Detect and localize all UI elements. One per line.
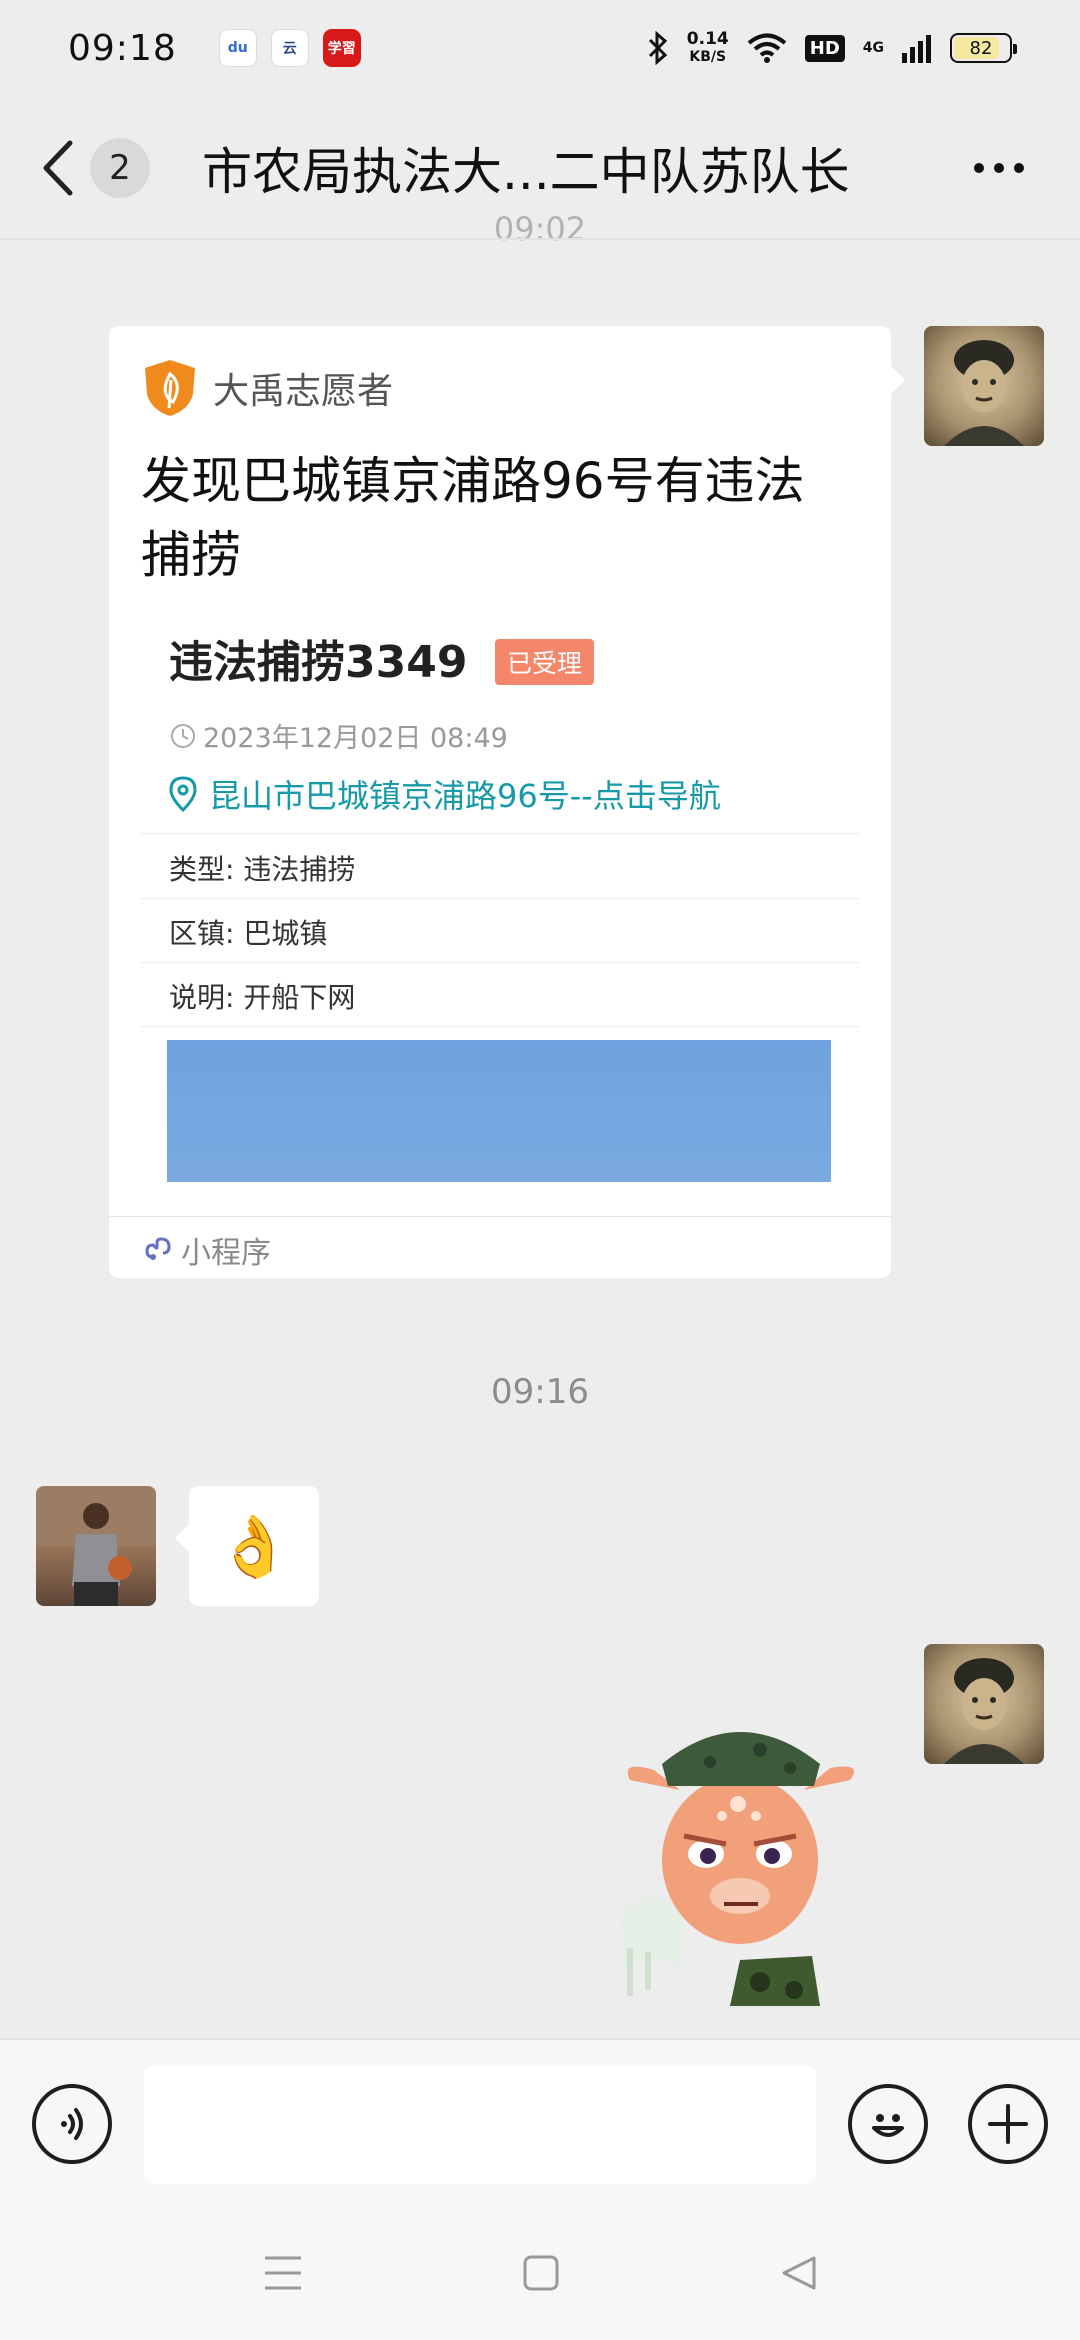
mini-program-text: 小程序 bbox=[181, 1236, 271, 1271]
case-title: 违法捕捞3349 bbox=[169, 637, 468, 688]
system-navigation-bar bbox=[0, 2206, 1080, 2340]
back-nav-button[interactable] bbox=[774, 2248, 824, 2298]
card-source: 大禹志愿者 bbox=[143, 358, 393, 418]
add-attachment-button[interactable] bbox=[968, 2084, 1048, 2164]
avatar[interactable] bbox=[924, 326, 1044, 446]
info-row-type: 类型: 违法捕捞 bbox=[169, 848, 355, 888]
mini-program-card[interactable]: 大禹志愿者 发现巴城镇京浦路96号有违法捕捞 违法捕捞3349 已受理 2023… bbox=[109, 326, 905, 1278]
divider bbox=[141, 833, 859, 834]
shield-leaf-icon bbox=[145, 360, 195, 416]
header-divider bbox=[0, 238, 1080, 240]
message-timestamp: 09:02 bbox=[493, 210, 587, 246]
home-square-icon bbox=[523, 2255, 559, 2291]
info-value: 开船下网 bbox=[243, 981, 356, 1014]
status-badge: 已受理 bbox=[495, 639, 595, 685]
soldier-portrait-icon bbox=[944, 340, 1024, 446]
athlete-portrait-icon bbox=[36, 1486, 156, 1606]
card-source-name: 大禹志愿者 bbox=[213, 371, 394, 412]
evidence-photo[interactable] bbox=[167, 1040, 831, 1182]
divider bbox=[141, 1026, 859, 1027]
message-input[interactable] bbox=[144, 2066, 816, 2184]
signal-icon bbox=[902, 35, 931, 63]
xuexi-icon: 学習 bbox=[322, 29, 361, 67]
info-key: 类型: bbox=[169, 853, 235, 886]
chevron-left-icon bbox=[43, 140, 73, 196]
case-datetime: 2023年12月02日 08:49 bbox=[203, 723, 508, 754]
network-speed: 0.14 KB/S bbox=[687, 30, 729, 66]
divider bbox=[141, 898, 859, 899]
location-pin-icon bbox=[169, 776, 197, 812]
info-row-description: 说明: 开船下网 bbox=[169, 976, 355, 1016]
chat-header: 2 市农局执法大...二中队苏队长 bbox=[0, 110, 1080, 226]
info-key: 区镇: bbox=[169, 917, 235, 950]
divider bbox=[141, 962, 859, 963]
smiley-icon bbox=[872, 2114, 904, 2137]
emoji-button[interactable] bbox=[848, 2084, 928, 2164]
message-timestamp: 09:16 bbox=[491, 1372, 589, 1412]
deer-soldier-sticker[interactable] bbox=[590, 1720, 870, 2006]
speed-value: 0.14 bbox=[686, 29, 729, 49]
more-options-icon[interactable] bbox=[974, 163, 1040, 173]
wifi-icon bbox=[747, 33, 787, 63]
triangle-back-icon bbox=[782, 2256, 816, 2290]
soldier-portrait-icon bbox=[944, 1658, 1024, 1764]
address-text: 昆山市巴城镇京浦路96号--点击导航 bbox=[209, 777, 721, 815]
bluetooth-icon bbox=[648, 31, 667, 65]
mini-program-label: 小程序 bbox=[143, 1228, 271, 1272]
voice-input-button[interactable] bbox=[32, 2084, 112, 2164]
status-time: 09:18 bbox=[68, 27, 177, 69]
menu-icon bbox=[265, 2256, 301, 2290]
card-title: 发现巴城镇京浦路96号有违法捕捞 bbox=[141, 452, 805, 584]
clock-icon bbox=[171, 723, 195, 748]
divider bbox=[109, 1216, 891, 1217]
info-value: 违法捕捞 bbox=[243, 853, 356, 886]
info-key: 说明: bbox=[169, 981, 235, 1014]
back-button[interactable] bbox=[40, 138, 80, 198]
info-value: 巴城镇 bbox=[243, 917, 328, 950]
avatar[interactable] bbox=[924, 1644, 1044, 1764]
hd-badge: HD bbox=[804, 34, 845, 62]
case-datetime-row: 2023年12月02日 08:49 bbox=[169, 716, 508, 755]
mini-program-icon bbox=[145, 1237, 171, 1260]
chat-title[interactable]: 市农局执法大...二中队苏队长 bbox=[202, 132, 850, 204]
app-icon: 云 bbox=[270, 29, 309, 67]
battery-level: 82 bbox=[969, 37, 993, 59]
baidu-icon: du bbox=[218, 29, 257, 67]
status-bar: 09:18 du 云 学習 0.14 KB/S HD 4G 82 bbox=[0, 0, 1080, 96]
message-input-bar bbox=[0, 2038, 1080, 2206]
unread-count-badge[interactable]: 2 bbox=[90, 138, 150, 198]
notification-apps: du 云 学習 bbox=[218, 29, 361, 67]
network-type: 4G bbox=[862, 40, 884, 56]
info-row-district: 区镇: 巴城镇 bbox=[169, 912, 327, 952]
plus-icon bbox=[988, 2104, 1028, 2144]
menu-nav-button[interactable] bbox=[258, 2248, 308, 2298]
navigate-address-link[interactable]: 昆山市巴城镇京浦路96号--点击导航 bbox=[169, 771, 721, 817]
voice-wave-icon bbox=[61, 2108, 83, 2140]
status-indicators: 0.14 KB/S HD 4G 82 bbox=[647, 30, 1017, 66]
avatar[interactable] bbox=[36, 1486, 156, 1606]
speed-unit: KB/S bbox=[689, 49, 727, 65]
home-nav-button[interactable] bbox=[516, 2248, 566, 2298]
ok-emoji-message[interactable]: 👌 bbox=[175, 1486, 319, 1606]
battery-icon: 82 bbox=[950, 33, 1017, 63]
